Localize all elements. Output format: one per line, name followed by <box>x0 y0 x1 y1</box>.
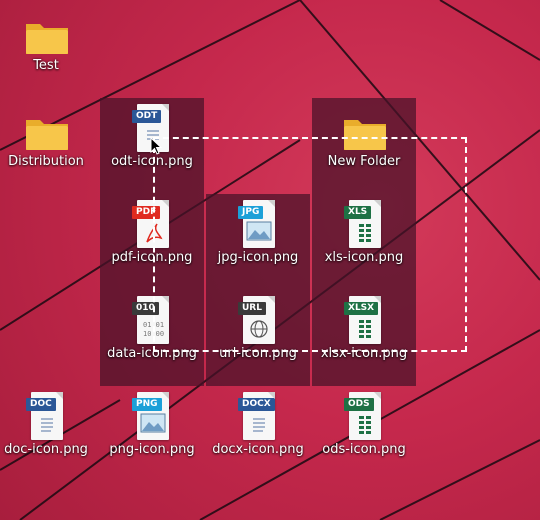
selection-marquee <box>153 137 467 352</box>
desktop-item-test[interactable]: Test <box>0 2 98 98</box>
item-label: doc-icon.png <box>4 442 88 457</box>
item-label: Distribution <box>8 154 84 169</box>
desktop-item-png[interactable]: PNG png-icon.png <box>100 386 204 482</box>
desktop-item-distribution[interactable]: Distribution <box>0 98 98 194</box>
item-label: Test <box>33 58 59 73</box>
item-label: docx-icon.png <box>212 442 304 457</box>
folder-icon <box>26 8 68 56</box>
ods-file-icon: ODS <box>344 392 384 440</box>
doc-file-icon: DOC <box>26 392 66 440</box>
item-label: png-icon.png <box>109 442 195 457</box>
desktop-area[interactable]: Test Distribution ODT odt-icon.png New F… <box>0 0 540 520</box>
desktop-item-docx[interactable]: DOCX docx-icon.png <box>206 386 310 482</box>
mouse-cursor-icon <box>150 137 162 155</box>
png-file-icon: PNG <box>132 392 172 440</box>
item-label: ods-icon.png <box>322 442 406 457</box>
folder-icon <box>26 104 68 152</box>
desktop-item-doc[interactable]: DOC doc-icon.png <box>0 386 98 482</box>
docx-file-icon: DOCX <box>238 392 278 440</box>
desktop-item-ods[interactable]: ODS ods-icon.png <box>312 386 416 482</box>
